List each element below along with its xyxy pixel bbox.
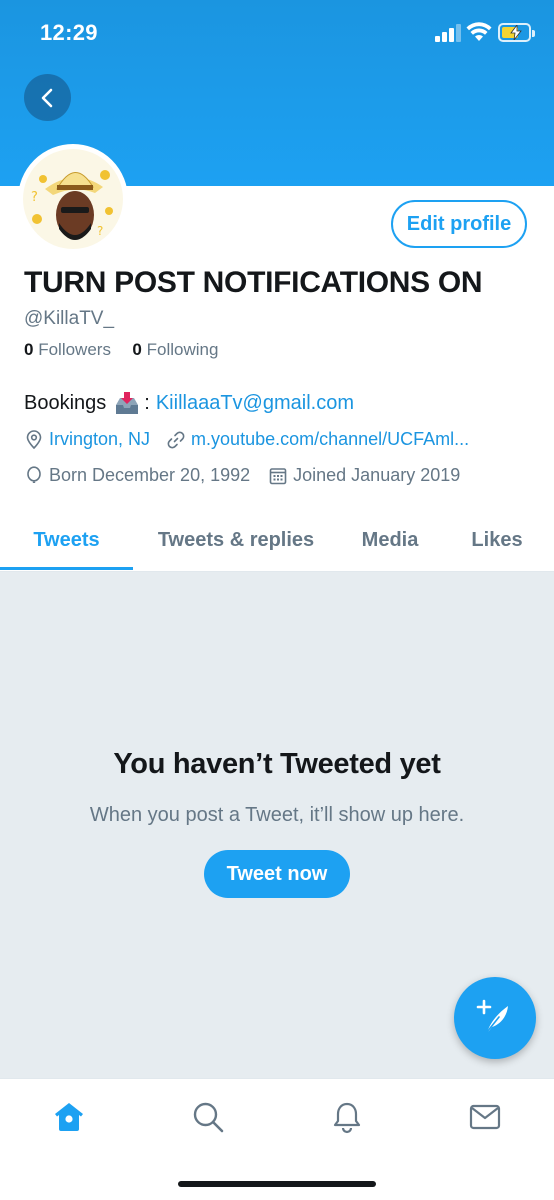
edit-profile-button[interactable]: Edit profile (391, 200, 527, 248)
tab-likes[interactable]: Likes (454, 510, 540, 570)
avatar[interactable]: ? ? (18, 144, 128, 254)
compose-tweet-button[interactable] (454, 977, 536, 1059)
nav-notifications[interactable] (327, 1097, 367, 1137)
display-name: TURN POST NOTIFICATIONS ON (24, 266, 483, 299)
calendar-icon (269, 467, 287, 484)
following-label: Following (146, 340, 219, 359)
birthday-text: Born December 20, 1992 (49, 465, 251, 485)
status-time: 12:29 (40, 20, 98, 45)
followers-link[interactable]: 0 Followers (24, 340, 111, 359)
svg-text:?: ? (97, 224, 103, 238)
following-count: 0 (132, 340, 142, 359)
bio-prefix: Bookings (24, 391, 107, 414)
nav-search[interactable] (188, 1097, 228, 1137)
home-indicator[interactable] (178, 1181, 376, 1187)
website-link[interactable]: m.youtube.com/channel/UCFAml... (191, 429, 469, 450)
followers-label: Followers (38, 340, 111, 359)
balloon-icon (27, 465, 41, 483)
bio: Bookings : KiillaaaTv@gmail.com (24, 391, 354, 415)
user-handle: @KillaTV_ (24, 308, 115, 329)
inbox-tray-icon (116, 392, 139, 414)
tweet-now-button[interactable]: Tweet now (204, 850, 350, 898)
active-tab-indicator (0, 567, 133, 570)
mail-icon (469, 1104, 501, 1130)
feather-plus-icon (476, 999, 508, 1033)
profile-meta-row-1: Irvington, NJ m.youtube.com/channel/UCFA… (24, 429, 469, 450)
cellular-signal-icon (435, 24, 461, 42)
status-bar: 12:29 (0, 0, 554, 70)
following-link[interactable]: 0 Following (132, 340, 218, 359)
home-icon (55, 1103, 83, 1131)
wifi-icon (466, 22, 492, 41)
empty-subtitle: When you post a Tweet, it’ll show up her… (89, 804, 465, 826)
followers-count: 0 (24, 340, 34, 359)
tab-tweets[interactable]: Tweets (0, 510, 133, 570)
bio-email-link[interactable]: KiillaaaTv@gmail.com (156, 392, 354, 415)
location-pin-icon (26, 429, 42, 449)
bell-icon (333, 1102, 361, 1134)
location-text: Irvington, NJ (49, 429, 151, 449)
bio-separator: : (144, 391, 150, 414)
profile-meta-row-2: Born December 20, 1992 Joined January 20… (24, 465, 460, 486)
battery-icon (498, 23, 535, 42)
nav-messages[interactable] (465, 1097, 505, 1137)
back-button[interactable] (24, 74, 71, 121)
empty-title: You haven’t Tweeted yet (113, 748, 441, 780)
nav-home[interactable] (49, 1097, 89, 1137)
link-icon (167, 431, 185, 448)
tab-media[interactable]: Media (344, 510, 436, 570)
svg-text:?: ? (31, 190, 38, 205)
search-icon (193, 1102, 224, 1133)
follow-stats: 0 Followers 0 Following (24, 340, 218, 360)
avatar-image: ? ? (23, 149, 123, 249)
tab-tweets-replies[interactable]: Tweets & replies (140, 510, 332, 570)
chevron-left-icon (41, 88, 52, 107)
profile-tabs: Tweets Tweets & replies Media Likes (0, 510, 554, 572)
joined-text: Joined January 2019 (293, 465, 461, 485)
